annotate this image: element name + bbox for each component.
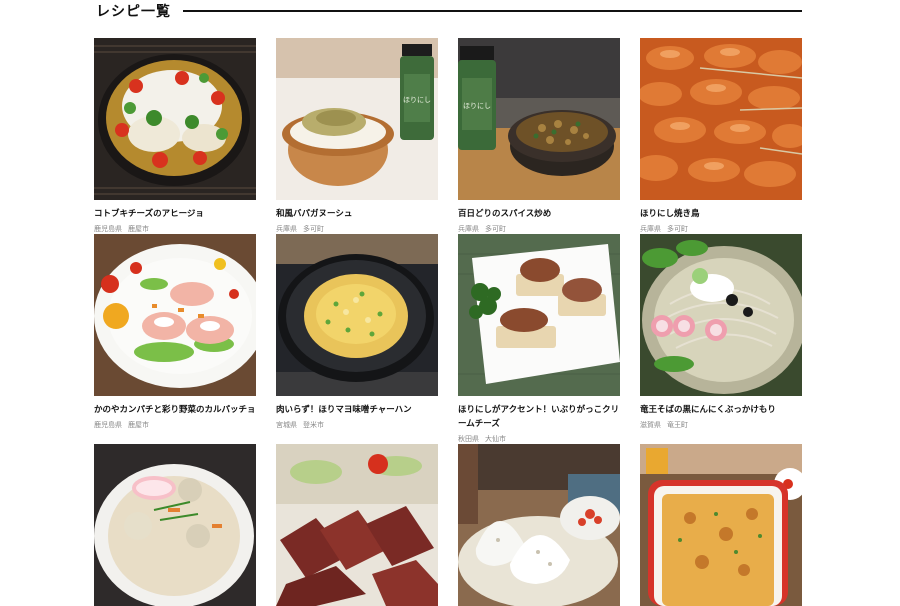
recipe-title[interactable]: 肉いらず！ほりマヨ味噌チャーハン: [276, 403, 438, 417]
recipe-photo-ajillo[interactable]: [94, 38, 256, 200]
section-header: レシピ一覧: [96, 0, 802, 22]
recipe-location: 秋田県 大仙市: [458, 434, 620, 444]
recipe-city: 登米市: [303, 421, 324, 429]
recipe-title[interactable]: 和風バパガヌーシュ: [276, 207, 438, 221]
recipe-city: 多可町: [303, 225, 324, 233]
svg-text:ほりにし: ほりにし: [403, 96, 431, 104]
recipe-city: 多可町: [667, 225, 688, 233]
recipe-card[interactable]: ほりにし焼き鳥 兵庫県 多可町: [640, 38, 802, 234]
recipe-location: 兵庫県 多可町: [276, 224, 438, 234]
recipe-photo-soup[interactable]: [94, 444, 256, 606]
recipe-prefecture: 滋賀県: [640, 421, 661, 429]
recipe-city: 鹿屋市: [128, 225, 149, 233]
recipe-photo-baba-ganoush[interactable]: ほりにし: [276, 38, 438, 200]
recipe-prefecture: 秋田県: [458, 435, 479, 443]
recipe-title[interactable]: ほりにし焼き鳥: [640, 207, 802, 221]
recipe-location: 兵庫県 多可町: [640, 224, 802, 234]
recipe-title[interactable]: ほりにしがアクセント！いぶりがっこクリームチーズ: [458, 403, 620, 431]
recipe-card[interactable]: [94, 444, 256, 606]
recipe-photo-fried-rice[interactable]: [276, 234, 438, 396]
recipe-city: 鹿屋市: [128, 421, 149, 429]
recipe-city: 多可町: [485, 225, 506, 233]
recipe-photo-soba[interactable]: [640, 234, 802, 396]
recipe-location: 滋賀県 竜王町: [640, 420, 802, 430]
recipe-card[interactable]: [640, 444, 802, 606]
recipe-title[interactable]: 百日どりのスパイス炒め: [458, 207, 620, 221]
recipe-city: 大仙市: [485, 435, 506, 443]
recipe-photo-gratin[interactable]: [640, 444, 802, 606]
recipe-photo-spice-stirfry[interactable]: ほりにし: [458, 38, 620, 200]
recipe-card[interactable]: 竜王そばの黒にんにくぶっかけもり 滋賀県 竜王町: [640, 234, 802, 444]
recipe-photo-carpaccio[interactable]: [94, 234, 256, 396]
recipe-card[interactable]: ほりにし 和風バパガヌーシュ 兵庫県 多可町: [276, 38, 438, 234]
recipe-photo-yakitori[interactable]: [640, 38, 802, 200]
recipe-prefecture: 鹿児島県: [94, 421, 122, 429]
recipe-prefecture: 兵庫県: [640, 225, 661, 233]
recipe-city: 竜王町: [667, 421, 688, 429]
recipe-location: 兵庫県 多可町: [458, 224, 620, 234]
recipe-photo-rice-balls[interactable]: [458, 444, 620, 606]
recipe-location: 宮城県 登米市: [276, 420, 438, 430]
recipe-prefecture: 鹿児島県: [94, 225, 122, 233]
recipe-photo-iburigakko[interactable]: [458, 234, 620, 396]
recipe-title[interactable]: 竜王そばの黒にんにくぶっかけもり: [640, 403, 802, 417]
recipe-card[interactable]: [276, 444, 438, 606]
recipe-card[interactable]: ほりにしがアクセント！いぶりがっこクリームチーズ 秋田県 大仙市: [458, 234, 620, 444]
recipe-prefecture: 宮城県: [276, 421, 297, 429]
recipe-card[interactable]: かのやカンパチと彩り野菜のカルパッチョ 鹿児島県 鹿屋市: [94, 234, 256, 444]
section-divider: [183, 10, 802, 12]
recipe-grid: コトブキチーズのアヒージョ 鹿児島県 鹿屋市 ほりにし 和風バパガヌーシュ 兵庫…: [94, 38, 802, 606]
recipe-title[interactable]: かのやカンパチと彩り野菜のカルパッチョ: [94, 403, 256, 417]
recipe-card[interactable]: 肉いらず！ほりマヨ味噌チャーハン 宮城県 登米市: [276, 234, 438, 444]
recipe-location: 鹿児島県 鹿屋市: [94, 224, 256, 234]
recipe-card[interactable]: コトブキチーズのアヒージョ 鹿児島県 鹿屋市: [94, 38, 256, 234]
recipe-card[interactable]: ほりにし 百日どりのスパイス炒め 兵庫県 多可町: [458, 38, 620, 234]
recipe-photo-roast-beef[interactable]: [276, 444, 438, 606]
recipe-title[interactable]: コトブキチーズのアヒージョ: [94, 207, 256, 221]
svg-text:ほりにし: ほりにし: [463, 102, 491, 110]
recipe-prefecture: 兵庫県: [458, 225, 479, 233]
recipe-prefecture: 兵庫県: [276, 225, 297, 233]
recipe-card[interactable]: [458, 444, 620, 606]
recipe-location: 鹿児島県 鹿屋市: [94, 420, 256, 430]
section-title: レシピ一覧: [96, 4, 171, 20]
